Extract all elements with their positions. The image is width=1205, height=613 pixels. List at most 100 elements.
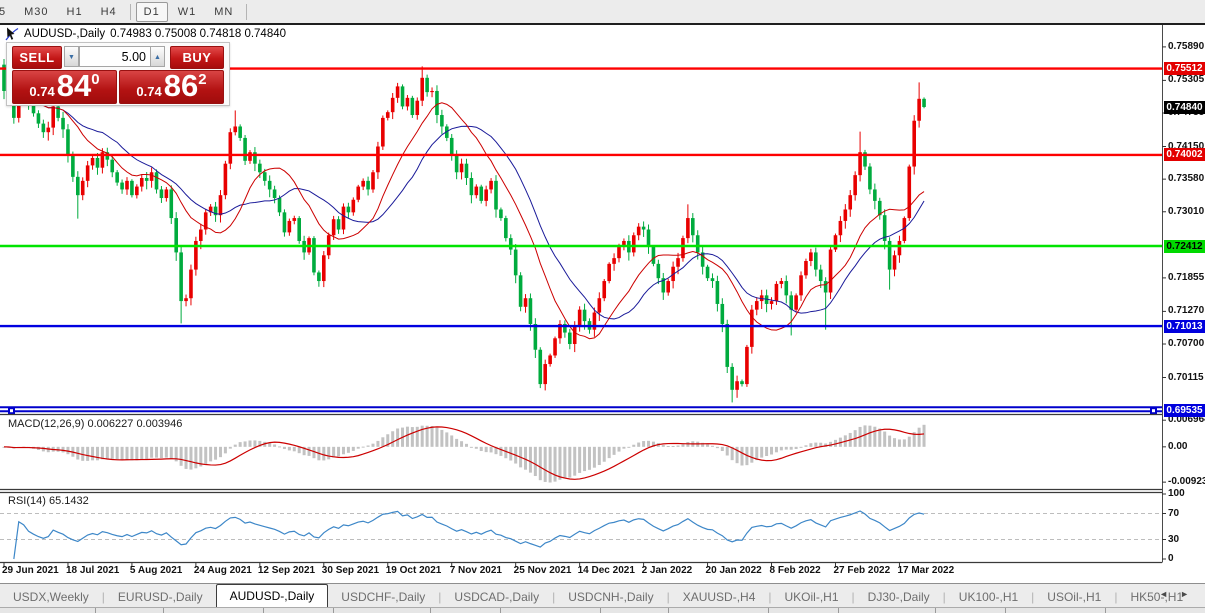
- macd-axis-tick-label: -0.00923: [1168, 476, 1205, 487]
- toolbar-separator: [246, 4, 247, 20]
- macd-axis-tick-label: 0.00: [1168, 441, 1205, 452]
- status-strip-notch: [95, 608, 96, 613]
- date-axis-label: 29 Jun 2021: [2, 565, 59, 576]
- price-axis-tick-label: 0.73010: [1168, 206, 1205, 217]
- date-axis-label: 18 Jul 2021: [66, 565, 119, 576]
- rsi-name: RSI(14): [8, 495, 46, 507]
- macd-signal-value: 0.003946: [136, 418, 182, 430]
- date-axis-label: 17 Mar 2022: [897, 565, 954, 576]
- bottom-status-strip: [0, 607, 1205, 613]
- date-axis-label: 12 Sep 2021: [258, 565, 315, 576]
- date-axis-label: 14 Dec 2021: [578, 565, 635, 576]
- chart-symbol-period: AUDUSD-,Daily: [24, 28, 105, 40]
- timeframe-toolbar: 5M30H1H4 D1W1MN: [0, 0, 1205, 24]
- symbol-tab-usdchf-daily[interactable]: USDCHF-,Daily: [328, 587, 438, 608]
- timeframe-button-h1[interactable]: H1: [59, 2, 91, 22]
- macd-main-value: 0.006227: [87, 418, 133, 430]
- symbol-tab-ukoil-h1[interactable]: UKOil-,H1: [772, 587, 852, 608]
- volume-increase-button[interactable]: ▲: [150, 46, 165, 67]
- date-axis-label: 5 Aug 2021: [130, 565, 182, 576]
- symbol-tab-audusd-daily[interactable]: AUDUSD-,Daily: [216, 584, 329, 608]
- sell-price-tile[interactable]: 0.74 84 0: [12, 70, 117, 104]
- sell-button[interactable]: SELL: [12, 46, 62, 69]
- current-price-badge: 0.74840: [1164, 101, 1205, 114]
- status-strip-notch: [333, 608, 334, 613]
- rsi-axis-tick-label: 30: [1168, 534, 1205, 545]
- price-level-badge: 0.72412: [1164, 240, 1205, 253]
- macd-indicator-label: MACD(12,26,9) 0.006227 0.003946: [8, 418, 182, 430]
- one-click-trade-panel: SELL ▼ ▲ BUY 0.74 84 0 0.74 86 2: [6, 42, 230, 106]
- tab-scroll-left-icon[interactable]: ◄: [1159, 589, 1180, 599]
- symbol-tab-xauusd-h4[interactable]: XAUUSD-,H4: [670, 587, 769, 608]
- buy-price-pip-digit: 2: [198, 71, 206, 88]
- timeframe-button-h4[interactable]: H4: [93, 2, 125, 22]
- symbol-tab-usoil-h1[interactable]: USOil-,H1: [1034, 587, 1114, 608]
- price-level-badge: 0.71013: [1164, 320, 1205, 333]
- timeframe-button-d1[interactable]: D1: [136, 2, 168, 22]
- buy-button[interactable]: BUY: [170, 46, 224, 69]
- chart-window-top-border: [0, 23, 1205, 25]
- symbol-tab-usdcad-daily[interactable]: USDCAD-,Daily: [441, 587, 552, 608]
- symbol-tab-eurusd-daily[interactable]: EURUSD-,Daily: [105, 587, 216, 608]
- date-axis-label: 2 Jan 2022: [642, 565, 693, 576]
- status-strip-notch: [1005, 608, 1006, 613]
- rsi-axis-tick-label: 0: [1168, 553, 1205, 564]
- price-axis-tick-label: 0.71270: [1168, 305, 1205, 316]
- sell-price-big-digits: 84: [57, 71, 91, 101]
- symbol-tab-dj30-daily[interactable]: DJ30-,Daily: [855, 587, 943, 608]
- toolbar-separator: [130, 4, 131, 20]
- price-axis-tick-label: 0.75305: [1168, 74, 1205, 85]
- price-level-badge: 0.69535: [1164, 404, 1205, 417]
- price-axis-tick-label: 0.73580: [1168, 173, 1205, 184]
- timeframe-button-w1[interactable]: W1: [170, 2, 205, 22]
- date-axis-label: 30 Sep 2021: [322, 565, 379, 576]
- buy-price-tile[interactable]: 0.74 86 2: [119, 70, 224, 104]
- price-axis-tick-label: 0.71855: [1168, 272, 1205, 283]
- symbol-tab-uk100-h1[interactable]: UK100-,H1: [946, 587, 1031, 608]
- tab-scroll-arrows: ◄►: [1159, 589, 1201, 599]
- status-strip-notch: [1105, 608, 1106, 613]
- date-axis-label: 25 Nov 2021: [514, 565, 572, 576]
- date-axis-label: 8 Feb 2022: [770, 565, 821, 576]
- status-strip-notch: [263, 608, 264, 613]
- price-axis-tick-label: 0.75890: [1168, 41, 1205, 52]
- volume-input[interactable]: [79, 46, 152, 67]
- timeframe-button-mn[interactable]: MN: [206, 2, 241, 22]
- price-level-badge: 0.74002: [1164, 148, 1205, 161]
- date-axis-label: 24 Aug 2021: [194, 565, 252, 576]
- volume-decrease-button[interactable]: ▼: [64, 46, 79, 67]
- buy-price-big-digits: 86: [164, 71, 198, 101]
- timeframe-button-5[interactable]: 5: [0, 2, 14, 22]
- rsi-axis-tick-label: 70: [1168, 508, 1205, 519]
- status-strip-notch: [935, 608, 936, 613]
- symbol-tab-usdcnh-daily[interactable]: USDCNH-,Daily: [555, 587, 666, 608]
- rsi-value: 65.1432: [49, 495, 89, 507]
- status-strip-notch: [500, 608, 501, 613]
- price-axis-tick-label: 0.70700: [1168, 338, 1205, 349]
- chart-ohlc-readout: 0.74983 0.75008 0.74818 0.74840: [110, 28, 286, 40]
- price-axis-tick-label: 0.70115: [1168, 372, 1205, 383]
- status-strip-notch: [600, 608, 601, 613]
- rsi-axis-tick-label: 100: [1168, 488, 1205, 499]
- trading-terminal-window: 5M30H1H4 D1W1MN AUDUSD-,Daily 0.74983 0.7…: [0, 0, 1205, 613]
- status-strip-notch: [163, 608, 164, 613]
- date-axis-label: 27 Feb 2022: [833, 565, 890, 576]
- sell-price-pip-digit: 0: [91, 71, 99, 88]
- chart-title-row: AUDUSD-,Daily 0.74983 0.75008 0.74818 0.…: [5, 27, 286, 41]
- sell-price-prefix: 0.74: [29, 84, 54, 99]
- status-strip-notch: [838, 608, 839, 613]
- status-strip-notch: [668, 608, 669, 613]
- tab-scroll-right-icon[interactable]: ►: [1180, 589, 1201, 599]
- symbol-tab-usdx-weekly[interactable]: USDX,Weekly: [0, 587, 102, 608]
- macd-name: MACD(12,26,9): [8, 418, 84, 430]
- status-strip-notch: [430, 608, 431, 613]
- date-axis-label: 19 Oct 2021: [386, 565, 442, 576]
- status-strip-notch: [768, 608, 769, 613]
- timeframe-button-m30[interactable]: M30: [16, 2, 56, 22]
- date-axis-label: 20 Jan 2022: [706, 565, 762, 576]
- rsi-indicator-label: RSI(14) 65.1432: [8, 495, 89, 507]
- cursor-arrow-icon: [5, 27, 19, 41]
- buy-price-prefix: 0.74: [136, 84, 161, 99]
- date-axis-label: 7 Nov 2021: [450, 565, 502, 576]
- symbol-tab-bar: USDX,Weekly|EURUSD-,DailyAUDUSD-,DailyUS…: [0, 583, 1205, 608]
